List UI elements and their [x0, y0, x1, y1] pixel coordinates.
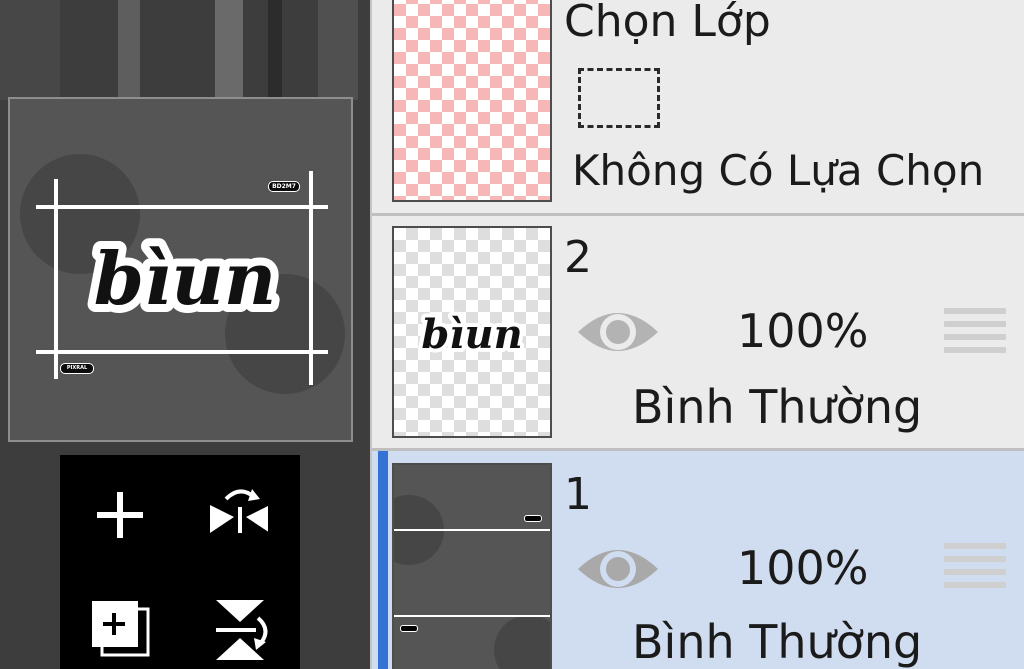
layer-row-1[interactable]: 1 100% Bình Thường: [372, 451, 1024, 669]
flip-vertical-button[interactable]: [208, 600, 268, 660]
canvas-preview[interactable]: BD2M7 PIXRAL bìun: [8, 97, 353, 442]
canvas-area[interactable]: BD2M7 PIXRAL bìun: [0, 0, 370, 669]
lettering-art: bìun: [86, 228, 284, 329]
thumb-tag: [400, 625, 418, 632]
thumb-line: [394, 615, 550, 617]
selection-layer-thumbnail: [392, 0, 552, 202]
drag-handle-icon[interactable]: [944, 543, 1006, 595]
layer-row-2[interactable]: bìun 2 100% Bình Thường: [372, 216, 1024, 448]
background-art: [0, 0, 60, 100]
drag-handle-icon[interactable]: [944, 308, 1006, 360]
plus-icon: [97, 492, 143, 538]
flip-horizontal-icon: [210, 489, 268, 533]
duplicate-layer-button[interactable]: [90, 600, 150, 660]
lettering-text: bìun: [94, 236, 276, 321]
background-art: [268, 0, 282, 100]
layer-1-opacity[interactable]: 100%: [737, 545, 869, 591]
layer-1-number: 1: [564, 469, 592, 520]
flip-horizontal-button[interactable]: [208, 485, 268, 545]
layer-2-thumb-text: bìun: [421, 311, 522, 358]
layer-2-opacity[interactable]: 100%: [737, 308, 869, 354]
layer-2-thumbnail: bìun: [392, 226, 552, 438]
layer-1-thumbnail: [392, 463, 552, 669]
layer-1-blend-mode[interactable]: Bình Thường: [632, 619, 922, 665]
duplicate-layer-icon: [92, 601, 150, 657]
selection-layer-row[interactable]: Chọn Lớp Không Có Lựa Chọn: [372, 0, 1024, 213]
background-art: [318, 0, 358, 100]
thumb-tag: [524, 515, 542, 522]
layer-2-number: 2: [564, 232, 592, 283]
selection-status-label: Không Có Lựa Chọn: [572, 146, 985, 195]
background-art: [118, 0, 140, 100]
layer-2-blend-mode[interactable]: Bình Thường: [632, 384, 922, 430]
eye-icon[interactable]: [576, 302, 660, 362]
thumb-decor: [494, 615, 550, 669]
add-layer-button[interactable]: [90, 485, 150, 545]
selected-layer-indicator: [378, 451, 388, 669]
flip-vertical-icon: [216, 600, 268, 660]
layer-panel: Chọn Lớp Không Có Lựa Chọn bìun 2 100% B…: [370, 0, 1024, 669]
layer-2-thumb-art: bìun: [417, 307, 526, 362]
selection-layer-title: Chọn Lớp: [564, 0, 771, 47]
layer-tools-panel: [60, 455, 300, 669]
dashed-selection-icon: [578, 68, 660, 128]
eye-icon[interactable]: [576, 539, 660, 599]
background-art: [215, 0, 243, 100]
thumb-line: [394, 529, 550, 531]
